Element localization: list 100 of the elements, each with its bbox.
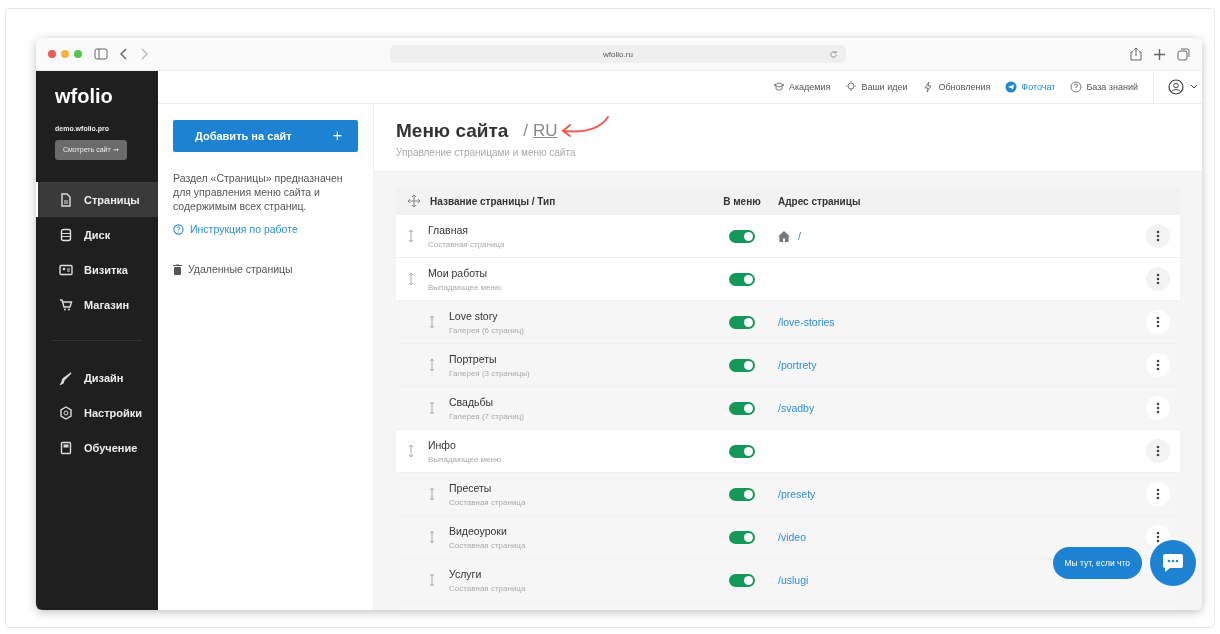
paper-plane-icon bbox=[1005, 81, 1018, 93]
page-type: Составная страница bbox=[449, 497, 526, 507]
page-subtitle: Управление страницами и меню сайта bbox=[396, 147, 577, 158]
page-type: Галерея (6 страниц) bbox=[449, 325, 524, 335]
sidebar-item[interactable]: Настройки bbox=[36, 395, 158, 430]
column-header: Адрес страницы bbox=[778, 195, 861, 207]
deleted-pages-link[interactable]: Удаленные страницы bbox=[173, 263, 358, 275]
page-type: Составная страница bbox=[449, 540, 526, 550]
page-name: Мои работы bbox=[428, 266, 489, 279]
graduation-cap-icon bbox=[772, 81, 785, 93]
book-icon bbox=[59, 440, 73, 455]
menu-toggle[interactable] bbox=[729, 401, 755, 415]
help-icon bbox=[173, 223, 184, 235]
more-options-button[interactable] bbox=[1146, 439, 1170, 463]
drag-handle-icon[interactable] bbox=[429, 315, 435, 329]
chevron-down-icon[interactable] bbox=[1190, 84, 1198, 90]
minimize-window-icon[interactable] bbox=[61, 50, 69, 58]
column-header: Название страницы / Тип bbox=[430, 195, 556, 207]
page-type: Составная страница bbox=[428, 239, 505, 249]
page-name: Пресеты bbox=[449, 481, 493, 494]
top-link[interactable]: Академия bbox=[772, 81, 831, 93]
page-name: Услуги bbox=[449, 567, 483, 580]
drag-handle-icon[interactable] bbox=[429, 358, 435, 372]
help-icon bbox=[1070, 81, 1083, 93]
drag-handle-icon[interactable] bbox=[408, 444, 414, 458]
section-description: Раздел «Страницы» предназначен для управления меню сайта и содержимым всех страниц. bbox=[173, 171, 344, 213]
page-name: Портреты bbox=[449, 352, 498, 365]
more-options-button[interactable] bbox=[1146, 224, 1170, 248]
sidebar-toggle-icon[interactable] bbox=[94, 48, 108, 60]
sidebar-item[interactable]: Обучение bbox=[36, 430, 158, 465]
page-name: Инфо bbox=[428, 438, 457, 451]
menu-toggle[interactable] bbox=[729, 315, 755, 329]
language-link[interactable]: RU bbox=[533, 121, 558, 141]
top-link[interactable]: База знаний bbox=[1070, 81, 1138, 93]
page-type: Выпадающее меню bbox=[428, 454, 501, 464]
more-icon bbox=[1156, 316, 1160, 328]
drag-handle-icon[interactable] bbox=[429, 487, 435, 501]
arrow-drawing bbox=[559, 115, 610, 139]
back-icon[interactable] bbox=[120, 48, 128, 60]
menu-toggle[interactable] bbox=[729, 487, 755, 501]
more-options-button[interactable] bbox=[1146, 396, 1170, 420]
drag-handle-icon[interactable] bbox=[429, 401, 435, 415]
page-address-link[interactable]: / bbox=[798, 230, 801, 242]
page-type: Выпадающее меню bbox=[428, 282, 501, 292]
maximize-window-icon[interactable] bbox=[74, 50, 82, 58]
database-icon bbox=[59, 227, 73, 242]
menu-toggle[interactable] bbox=[729, 358, 755, 372]
top-link[interactable]: Ваши идеи bbox=[845, 81, 908, 93]
page-type: Галерея (3 страницы) bbox=[449, 368, 530, 378]
page-title: Меню сайта bbox=[396, 120, 509, 142]
chat-button[interactable] bbox=[1150, 540, 1196, 586]
top-link[interactable]: Обновления bbox=[922, 81, 991, 93]
drag-handle-icon[interactable] bbox=[429, 530, 435, 544]
drag-handle-icon[interactable] bbox=[408, 229, 414, 243]
chat-prompt-button[interactable]: Мы тут, если что bbox=[1052, 547, 1142, 579]
close-window-icon[interactable] bbox=[48, 50, 56, 58]
more-options-button[interactable] bbox=[1146, 353, 1170, 377]
sidebar-item[interactable]: Магазин bbox=[36, 287, 158, 322]
menu-toggle[interactable] bbox=[729, 573, 755, 587]
more-options-button[interactable] bbox=[1146, 310, 1170, 334]
brush-icon bbox=[59, 370, 73, 385]
menu-toggle[interactable] bbox=[729, 444, 755, 458]
more-options-button[interactable] bbox=[1146, 267, 1170, 291]
cart-icon bbox=[59, 297, 73, 312]
lightning-icon bbox=[922, 81, 935, 93]
forward-icon[interactable] bbox=[140, 48, 148, 60]
page-type: Составная страница bbox=[449, 583, 526, 593]
menu-toggle[interactable] bbox=[729, 530, 755, 544]
sidebar-item[interactable]: Диск bbox=[36, 217, 158, 252]
tabs-overview-icon[interactable] bbox=[1177, 47, 1190, 61]
sidebar-item[interactable]: Страницы bbox=[36, 182, 158, 217]
page-name: Love story bbox=[449, 309, 499, 322]
move-icon bbox=[408, 195, 420, 207]
more-icon bbox=[1156, 402, 1160, 414]
sidebar-item[interactable]: Визитка bbox=[36, 252, 158, 287]
more-icon bbox=[1156, 230, 1160, 242]
drag-handle-icon[interactable] bbox=[408, 272, 414, 286]
trash-icon bbox=[173, 263, 182, 275]
more-options-button[interactable] bbox=[1146, 482, 1170, 506]
add-to-site-button[interactable]: Добавить на сайт + bbox=[173, 120, 358, 152]
breadcrumb-separator: / bbox=[523, 121, 529, 141]
menu-toggle[interactable] bbox=[729, 272, 755, 286]
more-icon bbox=[1156, 531, 1160, 543]
column-header: В меню bbox=[723, 195, 761, 207]
reload-icon[interactable] bbox=[829, 50, 838, 59]
document-icon bbox=[59, 192, 73, 207]
menu-toggle[interactable] bbox=[729, 229, 755, 243]
more-icon bbox=[1156, 359, 1160, 371]
settings-icon bbox=[59, 405, 73, 420]
sidebar-item[interactable]: Дизайн bbox=[36, 360, 158, 395]
id-card-icon bbox=[59, 262, 73, 277]
logo: wfolio bbox=[54, 85, 114, 108]
address-bar[interactable]: wfolio.ru bbox=[390, 45, 846, 63]
instructions-link[interactable]: Инструкция по работе bbox=[173, 223, 358, 235]
new-tab-icon[interactable] bbox=[1154, 48, 1165, 60]
drag-handle-icon[interactable] bbox=[429, 573, 435, 587]
top-link[interactable]: Фоточат bbox=[1005, 81, 1056, 93]
chat-icon bbox=[1162, 553, 1184, 573]
share-icon[interactable] bbox=[1130, 47, 1142, 61]
user-avatar-icon[interactable] bbox=[1168, 79, 1184, 95]
